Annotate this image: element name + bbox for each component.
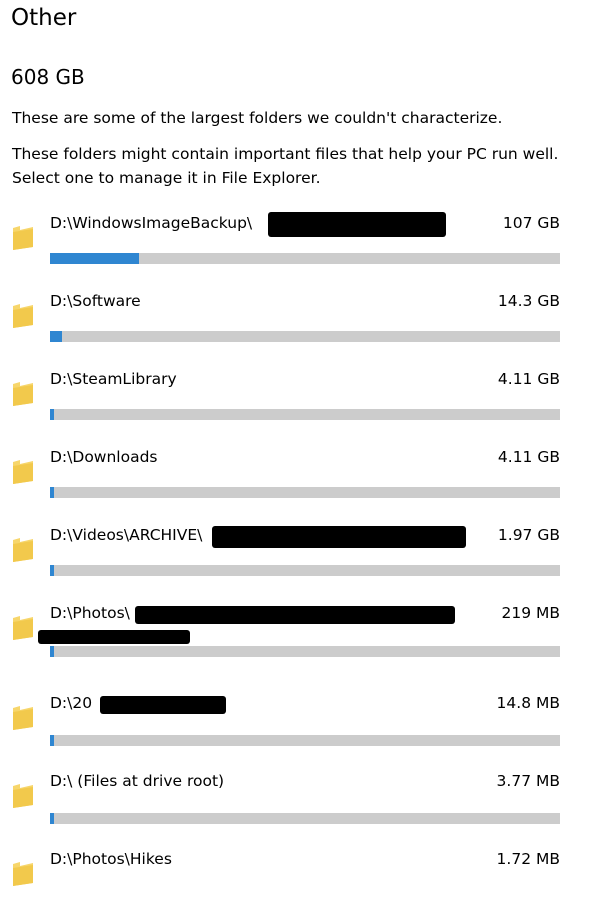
usage-bar-fill bbox=[50, 646, 54, 657]
folder-icon bbox=[11, 380, 35, 407]
usage-bar bbox=[50, 735, 560, 746]
folder-row[interactable]: D:\Photos\ 219 MB bbox=[0, 600, 597, 678]
usage-bar bbox=[50, 253, 560, 264]
redaction bbox=[135, 606, 455, 624]
folder-size: 1.72 MB bbox=[496, 850, 560, 868]
usage-bar bbox=[50, 487, 560, 498]
redaction bbox=[38, 630, 190, 644]
folder-row[interactable]: D:\Downloads 4.11 GB bbox=[0, 444, 597, 522]
folder-icon bbox=[11, 614, 35, 641]
folder-size: 3.77 MB bbox=[496, 772, 560, 790]
usage-bar-fill bbox=[50, 565, 54, 576]
folder-size: 107 GB bbox=[502, 214, 560, 232]
folder-size: 219 MB bbox=[501, 604, 560, 622]
usage-bar-fill bbox=[50, 331, 62, 342]
folder-icon bbox=[11, 860, 35, 887]
usage-bar-fill bbox=[50, 253, 139, 264]
folder-row[interactable]: D:\ (Files at drive root) 3.77 MB bbox=[0, 768, 597, 846]
folder-size: 4.11 GB bbox=[497, 448, 560, 466]
folder-icon bbox=[11, 704, 35, 731]
redaction bbox=[100, 696, 226, 714]
folder-size: 1.97 GB bbox=[497, 526, 560, 544]
usage-bar bbox=[50, 331, 560, 342]
folder-path: D:\Photos\ bbox=[50, 604, 130, 622]
folder-path: D:\Photos\Hikes bbox=[50, 850, 172, 868]
redaction bbox=[212, 526, 466, 548]
folder-row[interactable]: D:\Photos\Hikes 1.72 MB bbox=[0, 846, 597, 924]
folder-icon bbox=[11, 224, 35, 251]
folder-row[interactable]: D:\WindowsImageBackup\ 107 GB bbox=[0, 210, 597, 288]
folder-row[interactable]: D:\Software 14.3 GB bbox=[0, 288, 597, 366]
usage-bar bbox=[50, 565, 560, 576]
usage-bar-fill bbox=[50, 813, 54, 824]
usage-bar-fill bbox=[50, 735, 54, 746]
usage-bar-fill bbox=[50, 487, 54, 498]
usage-bar bbox=[50, 813, 560, 824]
folder-row[interactable]: D:\Videos\ARCHIVE\ 1.97 GB bbox=[0, 522, 597, 600]
description-text: These folders might contain important fi… bbox=[12, 145, 559, 187]
folder-size: 4.11 GB bbox=[497, 370, 560, 388]
folder-row[interactable]: D:\SteamLibrary 4.11 GB bbox=[0, 366, 597, 444]
redaction bbox=[268, 212, 446, 237]
usage-bar-fill bbox=[50, 409, 54, 420]
folder-icon bbox=[11, 458, 35, 485]
description-text: These are some of the largest folders we… bbox=[12, 109, 503, 127]
page-title: Other bbox=[11, 5, 77, 31]
folder-size: 14.8 MB bbox=[496, 694, 560, 712]
folder-path: D:\Software bbox=[50, 292, 141, 310]
folder-row[interactable]: D:\20 14.8 MB bbox=[0, 690, 597, 768]
folder-size: 14.3 GB bbox=[497, 292, 560, 310]
folder-path: D:\Videos\ARCHIVE\ bbox=[50, 526, 203, 544]
folder-path: D:\SteamLibrary bbox=[50, 370, 177, 388]
folder-icon bbox=[11, 782, 35, 809]
folder-path: D:\ (Files at drive root) bbox=[50, 772, 225, 790]
folder-path: D:\20 bbox=[50, 694, 93, 712]
folder-icon bbox=[11, 536, 35, 563]
folder-path: D:\WindowsImageBackup\ bbox=[50, 214, 253, 232]
usage-bar bbox=[50, 646, 560, 657]
folder-icon bbox=[11, 302, 35, 329]
total-size: 608 GB bbox=[11, 65, 85, 89]
folder-path: D:\Downloads bbox=[50, 448, 158, 466]
usage-bar bbox=[50, 409, 560, 420]
